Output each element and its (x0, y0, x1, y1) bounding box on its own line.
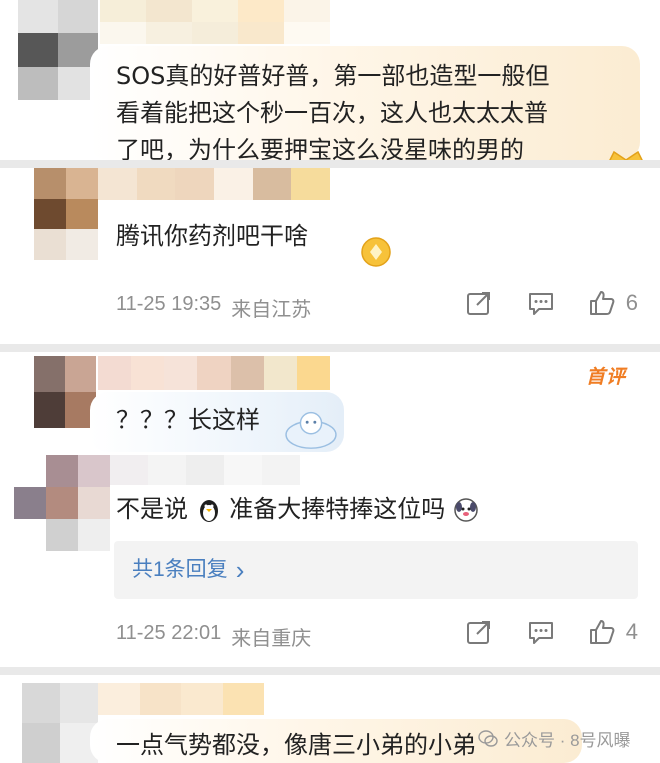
chevron-right-icon: › (235, 555, 245, 585)
cloud-mascot-icon (285, 411, 337, 449)
divider (0, 344, 660, 352)
penguin-emoji-icon (199, 500, 218, 522)
location: 来自江苏 (231, 299, 312, 321)
comment-meta: 11-25 22:01 来自重庆 (116, 622, 311, 651)
comment-text: 不是说 准备大捧特捧这位吗 (116, 491, 479, 527)
dog-emoji-icon (454, 498, 478, 522)
comment-card-1: SOS真的好普好普，第一部也造型一般但 看着能把这个秒一百次，这人也太太太普 了… (0, 0, 660, 165)
comment-icon[interactable] (526, 288, 556, 318)
like-count: 6 (625, 290, 638, 315)
comment-meta: 11-25 19:35 来自江苏 (116, 293, 311, 322)
comment-icon[interactable] (526, 617, 556, 647)
comment-text: 腾讯你药剂吧干啥 (116, 222, 308, 250)
timestamp: 11-25 19:35 (116, 293, 222, 315)
comment-card-3: 首评 ？？？长这样 (0, 352, 660, 455)
wechat-icon (478, 729, 498, 747)
thumbs-up-icon (589, 291, 615, 315)
comment-text-line-2: 看着能把这个秒一百次，这人也太太太普 (116, 99, 548, 127)
like-count: 4 (625, 619, 638, 644)
share-icon[interactable] (464, 617, 494, 647)
share-icon[interactable] (464, 288, 494, 318)
avatar[interactable] (18, 0, 98, 100)
avatar[interactable] (14, 455, 110, 551)
view-replies-button[interactable]: 共1条回复 › (114, 541, 638, 599)
watermark: 公众号 · 8号风曝 (478, 726, 631, 751)
username[interactable] (100, 0, 330, 44)
thumbs-up-icon (589, 620, 615, 644)
watermark-label: 公众号 · 8号风曝 (504, 731, 631, 750)
avatar[interactable] (34, 168, 98, 260)
first-comment-badge: 首评 (585, 367, 626, 388)
comment-text-line-1: SOS真的好普好普，第一部也造型一般但 (116, 62, 550, 90)
comment-card-4: 不是说 准备大捧特捧这位吗 共1条回复 › 11-25 22:01 来自重庆 4 (0, 455, 660, 667)
avatar[interactable] (34, 356, 96, 428)
replies-label: 共1条回复 (132, 558, 228, 581)
comment-actions: 4 (464, 617, 638, 647)
timestamp: 11-25 22:01 (116, 622, 222, 644)
comment-actions: 6 (464, 288, 638, 318)
like-button[interactable]: 6 (588, 289, 638, 317)
divider (0, 160, 660, 168)
divider (0, 667, 660, 675)
like-button[interactable]: 4 (588, 618, 638, 646)
username[interactable] (98, 356, 330, 390)
comment-text-part-1: 不是说 (116, 495, 188, 523)
username[interactable] (98, 168, 330, 200)
comment-card-2: 腾讯你药剂吧干啥 11-25 19:35 来自江苏 6 (0, 168, 660, 344)
username[interactable] (98, 683, 264, 715)
avatar[interactable] (22, 683, 98, 763)
comment-text: ？？？长这样 (116, 406, 260, 434)
crown-emoji-icon (361, 237, 391, 267)
comment-text: 一点气势都没，像唐三小弟的小弟 (116, 731, 476, 759)
username[interactable] (110, 455, 300, 485)
comment-text-part-2: 准备大捧特捧这位吗 (229, 495, 446, 523)
location: 来自重庆 (231, 628, 312, 650)
